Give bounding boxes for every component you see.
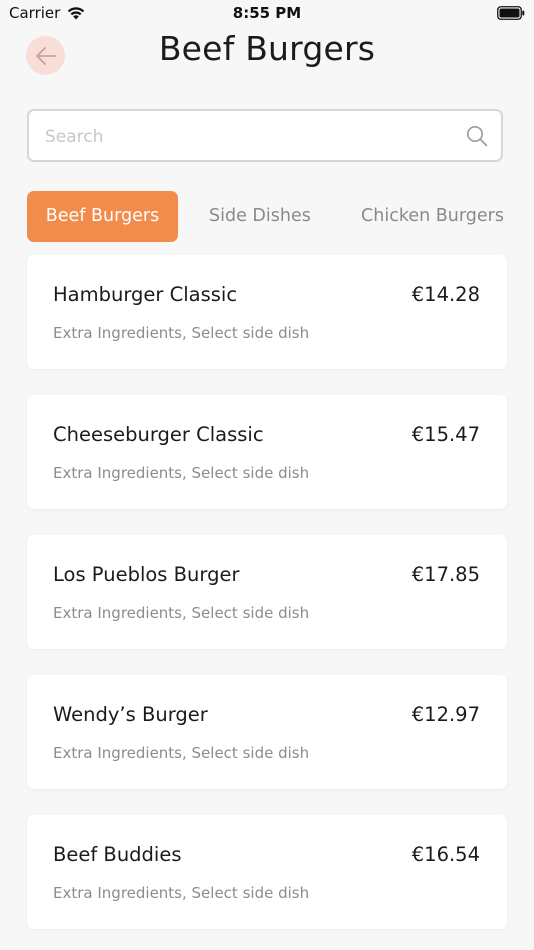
item-name: Los Pueblos Burger: [53, 563, 240, 586]
item-price: €15.47: [411, 423, 480, 446]
item-description: Extra Ingredients, Select side dish: [53, 744, 310, 762]
search-box[interactable]: [27, 109, 503, 162]
item-description: Extra Ingredients, Select side dish: [53, 324, 310, 342]
page-title: Beef Burgers: [158, 29, 376, 68]
menu-item-card[interactable]: Hamburger Classic €14.28 Extra Ingredien…: [27, 255, 507, 369]
category-tabs: Beef Burgers Side Dishes Chicken Burgers: [27, 191, 534, 242]
menu-item-card[interactable]: Los Pueblos Burger €17.85 Extra Ingredie…: [27, 535, 507, 649]
tab-beef-burgers[interactable]: Beef Burgers: [27, 191, 178, 242]
menu-item-card[interactable]: Beef Buddies €16.54 Extra Ingredients, S…: [27, 815, 507, 929]
item-price: €16.54: [411, 843, 480, 866]
item-price: €12.97: [411, 703, 480, 726]
search-icon[interactable]: [465, 124, 489, 148]
status-bar: Carrier 8:55 PM: [0, 0, 534, 28]
menu-item-card[interactable]: Wendy’s Burger €12.97 Extra Ingredients,…: [27, 675, 507, 789]
item-description: Extra Ingredients, Select side dish: [53, 884, 310, 902]
item-name: Cheeseburger Classic: [53, 423, 264, 446]
item-name: Beef Buddies: [53, 843, 182, 866]
item-name: Hamburger Classic: [53, 283, 238, 306]
tab-chicken-burgers[interactable]: Chicken Burgers: [360, 191, 505, 242]
item-price: €14.28: [411, 283, 480, 306]
menu-item-card[interactable]: Cheeseburger Classic €15.47 Extra Ingred…: [27, 395, 507, 509]
search-input[interactable]: [43, 111, 447, 162]
status-time: 8:55 PM: [232, 4, 302, 22]
battery-icon: [497, 6, 525, 20]
tab-side-dishes[interactable]: Side Dishes: [209, 191, 311, 242]
item-description: Extra Ingredients, Select side dish: [53, 464, 310, 482]
item-description: Extra Ingredients, Select side dish: [53, 604, 310, 622]
item-name: Wendy’s Burger: [53, 703, 208, 726]
item-price: €17.85: [411, 563, 480, 586]
